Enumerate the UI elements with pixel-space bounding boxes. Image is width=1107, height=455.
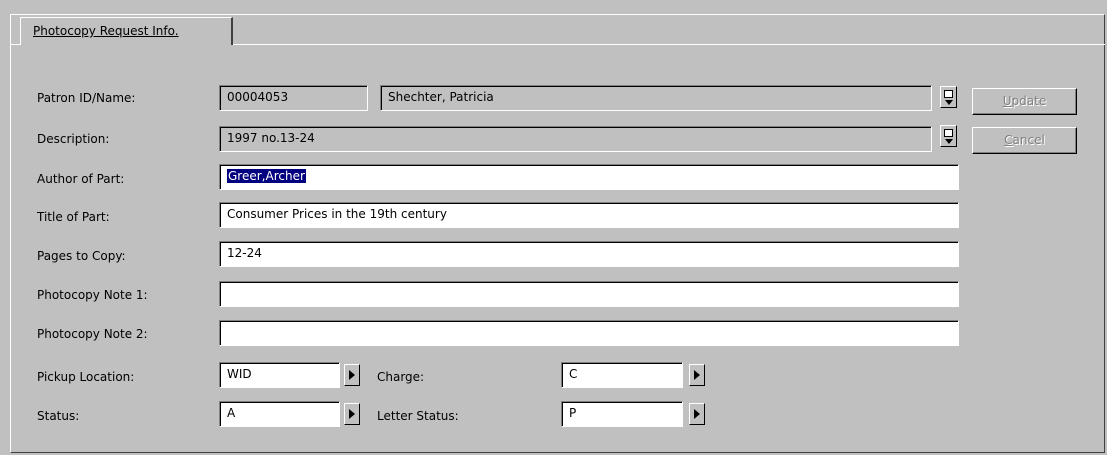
pickup-select-arrow-icon[interactable] <box>344 364 360 386</box>
description-label: Description: <box>37 132 110 146</box>
charge-label: Charge: <box>377 370 425 384</box>
pages-input[interactable]: 12-24 <box>219 241 959 267</box>
tab-join <box>21 44 231 45</box>
status-input[interactable]: A <box>219 401 340 427</box>
letter-status-label: Letter Status: <box>377 409 459 423</box>
tab-photocopy-request-info[interactable]: Photocopy Request Info. <box>20 17 233 45</box>
status-select-arrow-icon[interactable] <box>344 403 360 425</box>
tab-label: Photocopy Request Info. <box>33 24 179 38</box>
description-field: 1997 no.13-24 <box>219 126 932 152</box>
letter-status-input[interactable]: P <box>561 401 683 427</box>
cancel-button[interactable]: Cancel <box>972 127 1077 154</box>
cancel-label: ancel <box>1012 133 1045 147</box>
patron-label: Patron ID/Name: <box>37 91 136 105</box>
pickup-label: Pickup Location: <box>37 370 135 384</box>
cancel-accel: C <box>1004 133 1013 147</box>
description-lookup-icon[interactable] <box>940 125 957 147</box>
letter-status-select-arrow-icon[interactable] <box>689 403 705 425</box>
note2-label: Photocopy Note 2: <box>37 327 148 341</box>
patron-name-field: Shechter, Patricia <box>380 85 932 111</box>
charge-input[interactable]: C <box>561 362 683 388</box>
author-selected-text: Greer,Archer <box>227 169 306 183</box>
patron-lookup-icon[interactable] <box>940 86 957 108</box>
title-input[interactable]: Consumer Prices in the 19th century <box>219 202 959 228</box>
pages-label: Pages to Copy: <box>37 249 126 263</box>
patron-id-field: 00004053 <box>219 85 368 111</box>
update-accel: U <box>1002 94 1012 108</box>
update-label: pdate <box>1011 94 1047 108</box>
update-button[interactable]: Update <box>972 88 1077 115</box>
note1-input[interactable] <box>219 281 959 307</box>
author-input[interactable]: Greer,Archer <box>219 164 959 190</box>
author-label: Author of Part: <box>37 172 125 186</box>
title-label: Title of Part: <box>37 210 110 224</box>
status-label: Status: <box>37 409 80 423</box>
pickup-input[interactable]: WID <box>219 362 340 388</box>
note2-input[interactable] <box>219 320 959 346</box>
note1-label: Photocopy Note 1: <box>37 288 148 302</box>
tab-panel <box>10 14 1105 453</box>
charge-select-arrow-icon[interactable] <box>689 364 705 386</box>
